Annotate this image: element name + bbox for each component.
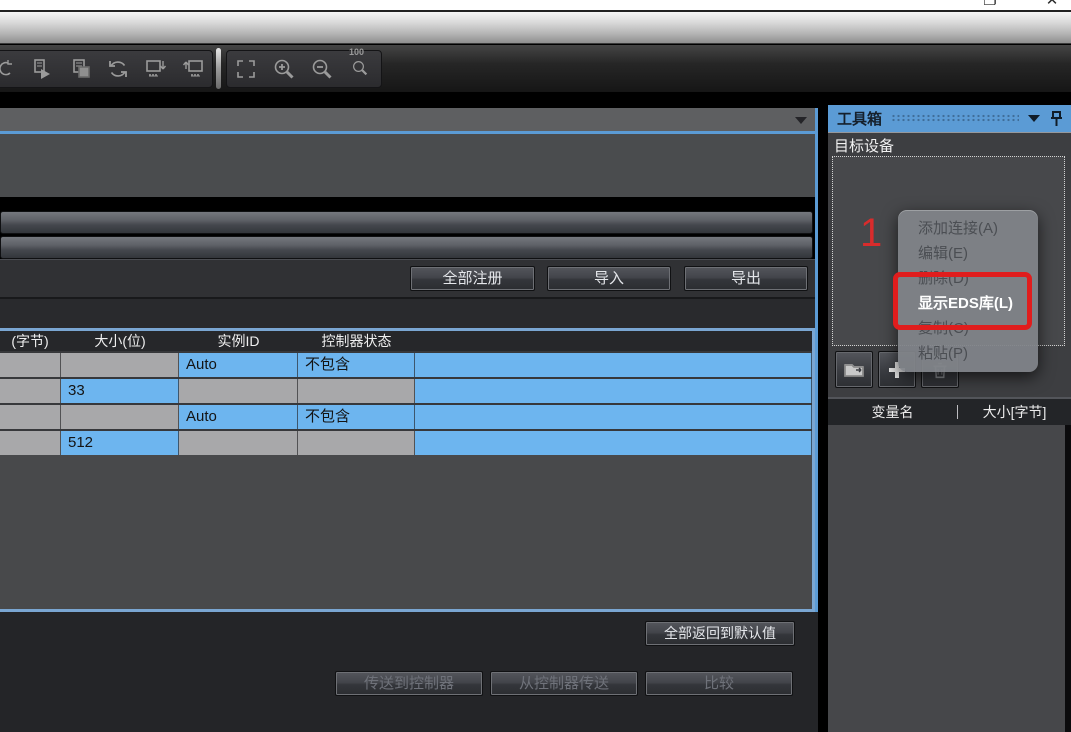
section-header-bar-2[interactable] <box>0 236 813 259</box>
cell-size-bits[interactable]: 512 <box>61 431 179 455</box>
cell[interactable] <box>415 353 812 377</box>
scrollbar-track <box>1065 425 1071 732</box>
cell[interactable] <box>0 353 61 377</box>
refresh-icon[interactable] <box>100 54 138 84</box>
fit-zoom-icon[interactable] <box>227 54 265 84</box>
toolbox-header[interactable]: 工具箱 <box>828 105 1071 132</box>
cell[interactable] <box>179 379 298 403</box>
column-header-size-bits: 大小(位) <box>61 331 179 351</box>
zoom-in-icon[interactable] <box>265 54 303 84</box>
menu-bar <box>0 12 1071 44</box>
cell[interactable] <box>61 353 179 377</box>
cell-controller-status[interactable]: 不包含 <box>298 353 415 377</box>
cell[interactable] <box>298 379 415 403</box>
compare-button: 比较 <box>645 671 793 696</box>
table-header-row: (字节) 大小(位) 实例ID 控制器状态 <box>0 331 812 351</box>
toolbar-group-zoom: 100 <box>226 50 382 88</box>
cell-instance-id[interactable]: Auto <box>179 405 298 429</box>
toolbar-group-device <box>0 50 213 88</box>
cell[interactable] <box>179 431 298 455</box>
device-selector-dropdown[interactable] <box>0 108 815 131</box>
menu-item-add-connection: 添加连接(A) <box>898 216 1038 241</box>
toolbox-title: 工具箱 <box>837 108 882 129</box>
column-header-extra <box>415 331 812 351</box>
tag-set-table: (字节) 大小(位) 实例ID 控制器状态 Auto 不包含 33 Auto 不… <box>0 328 815 612</box>
zoom-out-icon[interactable] <box>303 54 341 84</box>
restore-window-icon[interactable]: ❐ <box>975 0 1005 10</box>
chevron-down-icon[interactable] <box>795 117 807 124</box>
cell[interactable] <box>415 405 812 429</box>
transfer-from-controller-button: 从控制器传送 <box>490 671 638 696</box>
close-window-icon[interactable]: ✕ <box>1037 0 1067 10</box>
annotation-number: 1 <box>860 212 882 254</box>
application-window: ❐ ✕ <box>0 0 1071 732</box>
table-row[interactable]: 512 <box>0 429 812 455</box>
target-device-label: 目标设备 <box>834 135 894 156</box>
cell[interactable] <box>298 431 415 455</box>
cell[interactable] <box>415 431 812 455</box>
upload-from-device-icon[interactable] <box>175 54 213 84</box>
table-row[interactable]: 33 <box>0 377 812 403</box>
menu-item-paste: 粘贴(P) <box>898 341 1038 366</box>
table-row[interactable]: Auto 不包含 <box>0 403 812 429</box>
cell[interactable] <box>0 379 61 403</box>
upper-panel <box>0 134 815 197</box>
column-header-instance-id: 实例ID <box>179 331 298 351</box>
annotation-highlight-box <box>893 272 1032 330</box>
toolbar: 100 <box>0 45 1071 92</box>
register-all-button[interactable]: 全部注册 <box>410 266 535 291</box>
variable-table-header: 变量名 大小[字节] <box>828 397 1071 425</box>
zoom-100-label: 100 <box>349 47 364 57</box>
section-header-bar-1[interactable] <box>0 211 813 234</box>
pin-icon[interactable] <box>1050 111 1063 127</box>
column-header-variable-name: 变量名 <box>828 402 957 422</box>
copy-icon[interactable] <box>62 54 100 84</box>
import-button[interactable]: 导入 <box>547 266 671 291</box>
toolbar-separator <box>216 48 221 89</box>
cell-instance-id[interactable]: Auto <box>179 353 298 377</box>
cell-controller-status[interactable]: 不包含 <box>298 405 415 429</box>
chevron-down-icon[interactable] <box>1028 115 1040 122</box>
column-header-size-bytes: 大小[字节] <box>958 402 1071 422</box>
column-header-bytes: (字节) <box>0 331 61 351</box>
zoom-100-icon[interactable]: 100 <box>341 54 379 84</box>
table-row[interactable]: Auto 不包含 <box>0 351 812 377</box>
cell-size-bits[interactable]: 33 <box>61 379 179 403</box>
main-panel-border <box>815 108 818 612</box>
transfer-to-controller-button: 传送到控制器 <box>335 671 483 696</box>
toolbox-dotted-texture <box>891 114 1019 123</box>
add-device-folder-button[interactable] <box>835 351 873 388</box>
reset-all-to-default-button[interactable]: 全部返回到默认值 <box>645 621 795 646</box>
cell[interactable] <box>0 405 61 429</box>
execute-icon[interactable] <box>25 54 63 84</box>
export-button[interactable]: 导出 <box>684 266 808 291</box>
download-to-device-icon[interactable] <box>137 54 175 84</box>
variable-table-body <box>828 425 1071 732</box>
cell[interactable] <box>0 431 61 455</box>
table-top-area <box>0 299 815 328</box>
menu-item-edit: 编辑(E) <box>898 241 1038 266</box>
column-header-controller-status: 控制器状态 <box>298 331 415 351</box>
cell[interactable] <box>61 405 179 429</box>
partial-icon[interactable] <box>0 54 25 84</box>
title-bar: ❐ ✕ <box>0 0 1071 10</box>
cell[interactable] <box>415 379 812 403</box>
